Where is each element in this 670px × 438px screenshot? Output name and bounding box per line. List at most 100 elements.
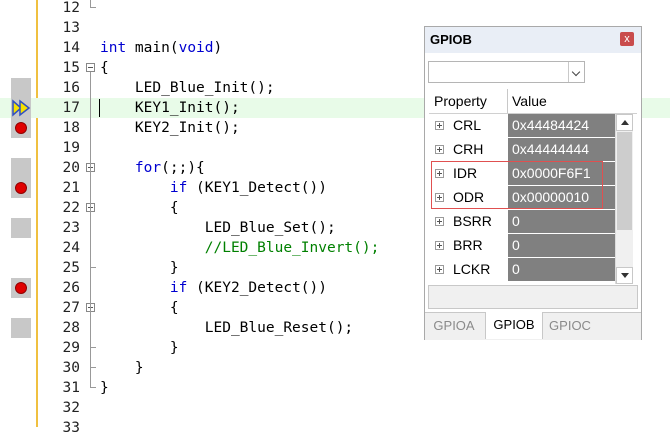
line-number: 18 [62,120,80,136]
register-table-header: Property Value [429,89,637,114]
peripheral-tabs: GPIOA GPIOB GPIOC [425,312,641,340]
register-name: BSRR [453,213,492,229]
line-number: 29 [62,340,80,356]
line-number: 12 [62,0,80,16]
code-line[interactable]: 32 [0,398,670,418]
header-separator[interactable] [507,89,508,113]
window-title: GPIOB [430,32,472,47]
register-name: CRL [453,117,482,133]
code-text: { [100,200,179,216]
line-number: 31 [62,380,80,396]
window-title-bar[interactable]: GPIOB x [425,27,641,53]
expand-plus-icon[interactable] [435,265,444,274]
line-number: 26 [62,280,80,296]
register-value[interactable]: 0x44444444 [508,138,615,161]
gutter-cell[interactable] [11,278,31,298]
gutter-cell[interactable] [11,98,31,118]
code-text: { [100,300,179,316]
tab-gpiob[interactable]: GPIOB [485,312,543,339]
register-value[interactable]: 0 [508,210,615,233]
line-number: 25 [62,260,80,276]
register-row[interactable]: CRL 0x44484424 [429,114,615,138]
register-row[interactable]: LCKR 0 [429,258,615,282]
expand-plus-icon[interactable] [435,145,444,154]
fold-end-marker [90,0,96,8]
code-text: if (KEY2_Detect()) [169,280,327,296]
line-number: 14 [62,40,80,56]
code-text: { [100,60,109,76]
breakpoint-icon[interactable] [15,282,27,294]
register-name: LCKR [453,261,491,277]
expand-plus-icon[interactable] [435,121,444,130]
line-number: 17 [62,100,80,116]
register-value[interactable]: 0 [508,258,615,281]
register-description-bar [428,285,638,309]
code-text: } [100,260,179,276]
code-line[interactable]: 12 [0,0,670,18]
register-filter-dropdown[interactable] [428,61,585,83]
register-row[interactable]: BSRR 0 [429,210,615,234]
code-line[interactable]: 31} [0,378,670,398]
code-line[interactable]: 30 } [0,358,670,378]
line-number: 23 [62,220,80,236]
breakpoint-icon[interactable] [15,122,27,134]
close-icon[interactable]: x [620,32,634,46]
scroll-up-button[interactable] [616,114,633,131]
line-number: 28 [62,320,80,336]
tab-gpioc[interactable]: GPIOC [541,313,599,339]
gutter-cell[interactable] [11,178,31,198]
text-caret [99,99,100,117]
fold-toggle-icon[interactable] [86,63,95,72]
line-number: 21 [62,180,80,196]
idr-odr-highlight-box [431,161,603,209]
code-text: } [100,340,179,356]
register-row[interactable]: CRH 0x44444444 [429,138,615,162]
scroll-down-button[interactable] [616,267,633,284]
code-text: LED_Blue_Reset(); [100,320,354,336]
header-value: Value [512,93,547,109]
code-text: //LED_Blue_Invert(); [100,240,380,256]
line-number: 22 [62,200,80,216]
code-text: KEY2_Init(); [100,120,240,136]
gutter-cell[interactable] [11,78,31,98]
breakpoint-icon[interactable] [15,182,27,194]
register-name: CRH [453,141,484,157]
code-text: LED_Blue_Set(); [100,220,336,236]
code-text: KEY1_Init(); [100,100,240,116]
code-text: LED_Blue_Init(); [100,80,275,96]
code-text: int main(void) [100,40,223,56]
line-number: 19 [62,140,80,156]
gutter-cell[interactable] [11,218,31,238]
code-text: if (KEY1_Detect()) [169,180,327,196]
line-number: 24 [62,240,80,256]
line-number: 30 [62,360,80,376]
execution-arrow-icon [12,99,32,117]
code-text: } [100,360,144,376]
fold-guide-line [90,72,91,388]
line-number: 16 [62,80,80,96]
register-name: BRR [453,237,483,253]
gutter-cell[interactable] [11,118,31,138]
line-number: 32 [62,400,80,416]
line-number: 20 [62,160,80,176]
tab-gpioa[interactable]: GPIOA [425,313,483,339]
header-property: Property [434,93,487,109]
code-line[interactable]: 29 } [0,338,670,358]
expand-plus-icon[interactable] [435,241,444,250]
expand-plus-icon[interactable] [435,217,444,226]
line-number: 15 [62,60,80,76]
register-row[interactable]: BRR 0 [429,234,615,258]
code-line[interactable]: 33 [0,418,670,438]
register-value[interactable]: 0 [508,234,615,257]
right-margin [643,0,670,427]
line-number: 13 [62,20,80,36]
gutter-cell[interactable] [11,158,31,178]
scroll-thumb[interactable] [617,132,632,230]
code-text: } [100,380,109,396]
register-value[interactable]: 0x44484424 [508,114,615,137]
line-number: 27 [62,300,80,316]
chevron-down-icon[interactable] [568,62,584,82]
gutter-cell[interactable] [11,318,31,338]
code-text: for(;;){ [134,160,205,176]
register-list-scrollbar[interactable] [615,114,633,284]
